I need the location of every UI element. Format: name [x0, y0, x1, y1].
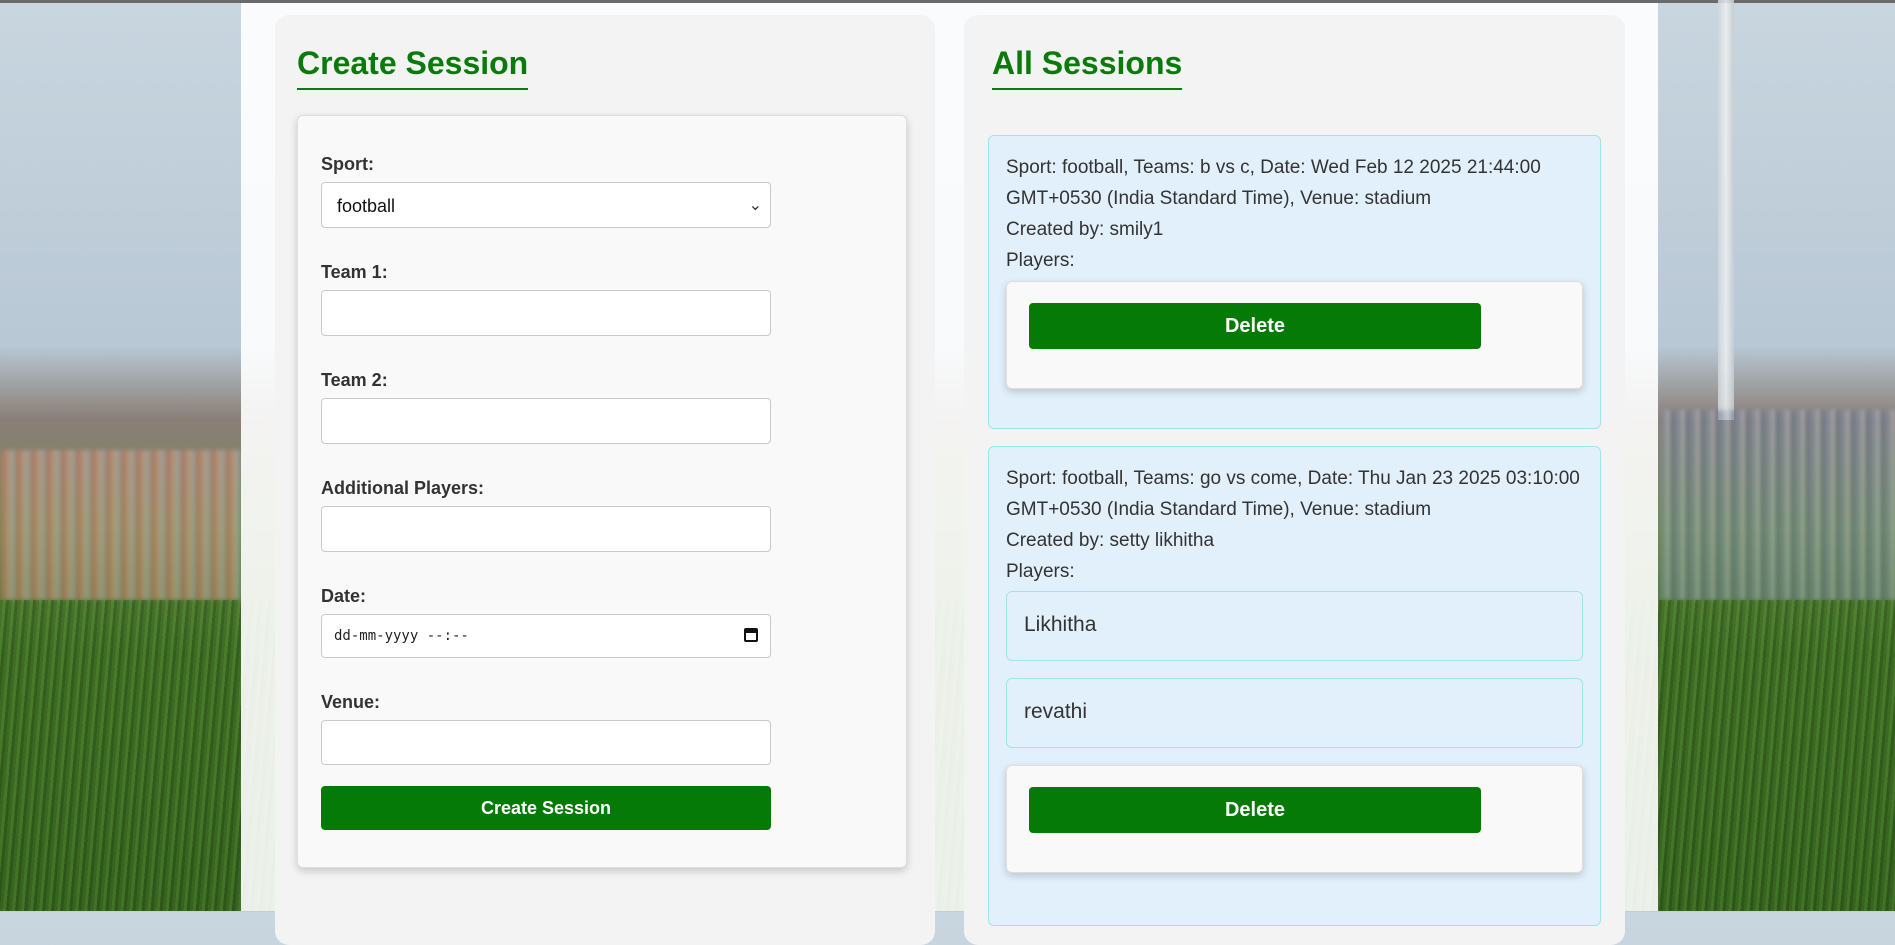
- sport-select[interactable]: football ⌄: [321, 182, 771, 228]
- session-actions: Delete: [1006, 765, 1583, 873]
- all-sessions-heading: All Sessions: [992, 45, 1183, 90]
- create-session-panel: Create Session Sport: football ⌄ Team 1:…: [275, 15, 935, 945]
- player-name: revathi: [1024, 700, 1088, 723]
- sport-select-value: football: [337, 196, 396, 216]
- player-name: Likhitha: [1024, 613, 1097, 636]
- background-crowd-left: [0, 450, 240, 600]
- player-item: Likhitha: [1006, 591, 1583, 661]
- sport-label: Sport:: [321, 154, 374, 174]
- calendar-icon[interactable]: [744, 628, 758, 642]
- venue-input[interactable]: [321, 720, 771, 765]
- main-container: Create Session Sport: football ⌄ Team 1:…: [241, 3, 1658, 945]
- all-sessions-panel: All Sessions Sport: football, Teams: b v…: [964, 15, 1625, 945]
- additional-players-input[interactable]: [321, 506, 771, 552]
- team2-input[interactable]: [321, 398, 771, 444]
- session-info: Sport: football, Teams: go vs come, Date…: [1006, 463, 1586, 587]
- background-crowd-right: [1660, 410, 1895, 600]
- session-players-label: Players:: [1006, 561, 1075, 582]
- team1-label: Team 1:: [321, 262, 388, 282]
- date-input[interactable]: dd-mm-yyyy --:--: [321, 614, 771, 658]
- session-card: Sport: football, Teams: b vs c, Date: We…: [988, 135, 1601, 429]
- session-players-label: Players:: [1006, 250, 1075, 271]
- delete-button[interactable]: Delete: [1029, 787, 1481, 833]
- session-actions: Delete: [1006, 281, 1583, 389]
- create-session-form: Sport: football ⌄ Team 1: Team 2: Additi…: [297, 115, 907, 868]
- create-session-button[interactable]: Create Session: [321, 786, 771, 830]
- additional-players-label: Additional Players:: [321, 478, 485, 498]
- session-info: Sport: football, Teams: b vs c, Date: We…: [1006, 152, 1586, 276]
- venue-label: Venue:: [321, 692, 381, 712]
- session-summary: Sport: football, Teams: b vs c, Date: We…: [1006, 157, 1541, 209]
- delete-button[interactable]: Delete: [1029, 303, 1481, 349]
- session-card: Sport: football, Teams: go vs come, Date…: [988, 446, 1601, 926]
- date-label: Date:: [321, 586, 367, 606]
- session-created-by: Created by: smily1: [1006, 219, 1164, 240]
- team1-input[interactable]: [321, 290, 771, 336]
- create-session-heading: Create Session: [297, 45, 529, 90]
- date-placeholder: dd-mm-yyyy --:--: [334, 628, 469, 644]
- session-summary: Sport: football, Teams: go vs come, Date…: [1006, 468, 1580, 520]
- session-created-by: Created by: setty likhitha: [1006, 530, 1215, 551]
- team2-label: Team 2:: [321, 370, 388, 390]
- player-item: revathi: [1006, 678, 1583, 748]
- background-goalpost: [1718, 0, 1734, 420]
- chevron-down-icon: ⌄: [748, 197, 762, 214]
